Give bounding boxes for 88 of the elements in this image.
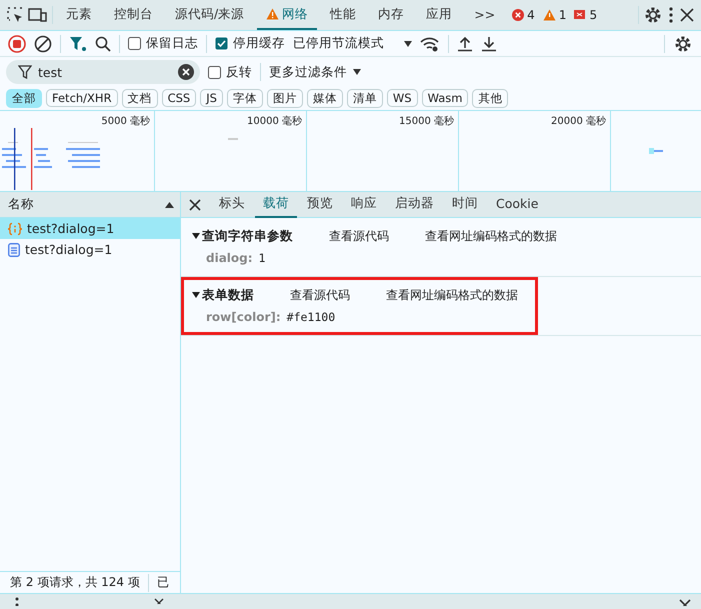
timeline-tick-label: 20000 毫秒 [551,114,606,128]
warning-icon [542,9,556,21]
request-row[interactable]: test?dialog=1 [0,239,180,260]
timeline-tick-label: 5000 毫秒 [101,114,150,128]
param-value: #fe1100 [286,310,336,324]
detail-tab[interactable]: 载荷 [255,192,297,218]
caret-icon [353,69,361,75]
fetch-icon [8,222,22,236]
column-title: 名称 [8,196,34,213]
sort-ascending-icon [165,202,174,208]
type-filter-chip[interactable]: 字体 [226,88,263,108]
more-menu-icon[interactable] [667,6,675,24]
param-value: 1 [258,251,266,265]
more-tabs-button[interactable]: >> [465,0,504,30]
waterfall-drawing [649,148,663,154]
counter-text: 1 [558,8,566,22]
throttling-dropdown[interactable]: 已停用节流模式 [293,35,412,52]
view-source-link[interactable]: 查看网址编码格式的数据 [386,286,518,304]
panel-tab[interactable]: 内存 [369,0,414,30]
checkbox[interactable] [128,37,141,50]
type-filter-chip[interactable]: 其他 [472,88,508,108]
download-icon[interactable] [481,36,497,52]
detail-tab[interactable]: Cookie [488,192,546,218]
request-row[interactable]: test?dialog=1 [0,218,180,239]
expanded-triangle-icon [192,291,200,299]
detail-tab[interactable]: 启动器 [387,192,442,218]
inspect-element-icon[interactable] [6,6,24,24]
more-filters-dropdown[interactable]: 更多过滤条件 [269,64,361,80]
counter-text: 4 [527,8,535,22]
panel-tab[interactable]: 性能 [321,0,366,30]
panel-tab[interactable]: 源代码/来源 [166,0,254,30]
panel-tab[interactable]: 应用 [417,0,462,30]
type-filter-chip[interactable]: CSS [162,89,196,107]
issue-flag-icon [574,10,586,20]
type-filter-chip[interactable]: JS [200,89,223,107]
panel-tab[interactable]: 控制台 [105,0,162,30]
name-column-header[interactable]: 名称 [0,192,180,217]
type-filter-chip[interactable]: 全部 [6,88,42,108]
type-filter-chip[interactable]: Wasm [422,89,468,107]
type-filter-chip[interactable]: Fetch/XHR [46,89,118,107]
disable-cache-checkbox[interactable]: 停用缓存 [215,35,285,52]
error-icon [512,9,524,21]
detail-tab[interactable]: 响应 [343,192,385,218]
checkbox[interactable] [208,66,221,78]
network-conditions-icon[interactable] [420,36,440,52]
issue-counter[interactable]: 1 [542,8,566,22]
settings-icon[interactable] [673,34,693,54]
type-filter-chip[interactable]: 清单 [346,88,383,108]
expanded-triangle-icon [192,232,200,240]
document-icon [8,242,20,256]
param-name: dialog: [206,251,253,265]
clear-input-icon[interactable] [178,64,194,80]
filter-icon [18,65,32,79]
section-toggle[interactable]: 表单数据 [192,286,254,304]
settings-icon[interactable] [643,5,663,25]
clear-icon[interactable] [34,34,52,52]
param-name: row[color]: [206,310,281,324]
transferred-summary: 已 [156,574,169,591]
filter-field[interactable]: test [6,60,200,84]
type-filter-chip[interactable]: 文档 [122,88,158,108]
device-toolbar-icon[interactable] [28,6,48,24]
panel-tab[interactable]: 网络 [257,0,318,30]
upload-icon[interactable] [457,36,473,52]
detail-tab[interactable]: 标头 [211,192,253,218]
request-summary: 第 2 项请求，共 124 项 [10,574,140,591]
type-filter-chip[interactable]: 媒体 [306,88,343,108]
type-filter-chip[interactable]: 图片 [266,88,303,108]
view-source-link[interactable]: 查看源代码 [290,286,350,304]
caret-icon [404,40,412,46]
issue-counter[interactable]: 4 [512,8,535,22]
invert-checkbox[interactable]: 反转 [208,64,252,80]
counter-text: 5 [589,8,598,22]
view-source-link[interactable]: 查看网址编码格式的数据 [425,228,557,244]
timeline-tick-label: 10000 毫秒 [247,114,302,128]
warning-icon [266,8,280,20]
section-toggle[interactable]: 查询字符串参数 [192,228,293,244]
type-filter-chip[interactable]: WS [386,89,418,107]
view-source-link[interactable]: 查看源代码 [329,228,389,244]
preserve-log-checkbox[interactable]: 保留日志 [128,35,198,52]
issue-counter[interactable]: 5 [574,8,598,22]
checkbox[interactable] [215,37,228,50]
detail-tab[interactable]: 时间 [444,192,486,218]
stop-recording-icon[interactable] [8,34,26,52]
search-icon[interactable] [95,36,111,52]
timeline-tick-label: 15000 毫秒 [399,114,454,128]
filter-icon[interactable] [69,36,87,52]
panel-tab[interactable]: 元素 [57,0,101,30]
detail-tab[interactable]: 预览 [299,192,341,218]
